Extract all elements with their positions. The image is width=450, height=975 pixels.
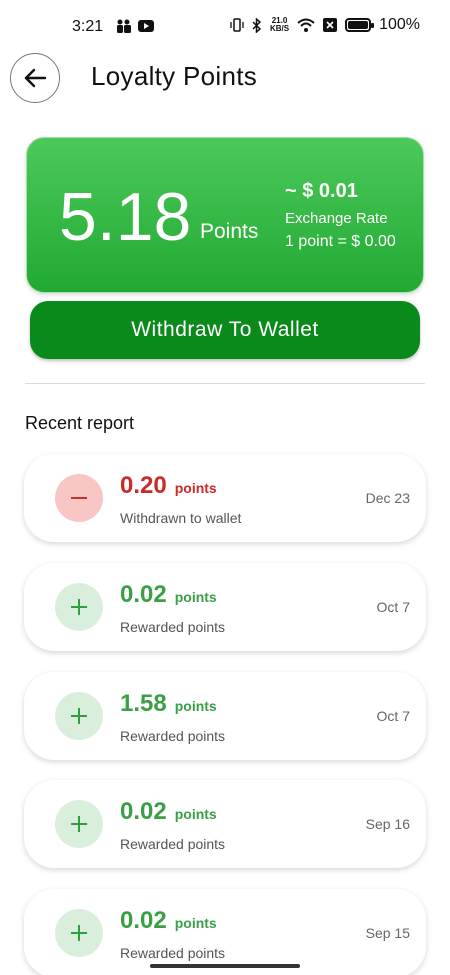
back-button[interactable] <box>10 53 60 103</box>
plus-icon <box>55 583 103 631</box>
points-card: 5.18 Points ~ $ 0.01 Exchange Rate 1 poi… <box>26 137 424 293</box>
network-speed-unit: KB/S <box>269 24 290 33</box>
report-date: Sep 15 <box>365 925 410 941</box>
plus-icon <box>55 692 103 740</box>
report-amount: 0.02 <box>120 907 167 934</box>
youtube-icon <box>138 20 154 32</box>
arrow-left-icon <box>24 68 47 88</box>
points-value: 5.18 <box>59 179 192 255</box>
report-item[interactable]: 0.20 points Withdrawn to wallet Dec 23 <box>24 454 426 542</box>
report-amount-unit: points <box>174 480 217 496</box>
report-amount-unit: points <box>174 698 217 714</box>
report-amount: 0.20 <box>120 472 167 499</box>
report-item[interactable]: 0.02 points Rewarded points Sep 15 <box>24 889 426 975</box>
battery-percent: 100% <box>379 16 420 33</box>
bluetooth-icon <box>252 17 262 33</box>
divider <box>25 383 425 384</box>
approx-dollar-value: ~ $ 0.01 <box>285 180 358 202</box>
report-amount-unit: points <box>174 589 217 605</box>
report-date: Oct 7 <box>376 708 410 724</box>
plus-icon <box>55 909 103 957</box>
report-date: Oct 7 <box>376 599 410 615</box>
report-description: Rewarded points <box>120 945 226 961</box>
report-description: Rewarded points <box>120 619 226 635</box>
report-amount-unit: points <box>174 915 217 931</box>
report-item[interactable]: 0.02 points Rewarded points Oct 7 <box>24 563 426 651</box>
page-title: Loyalty Points <box>91 61 258 91</box>
report-date: Sep 16 <box>365 816 410 832</box>
exchange-rate-value: 1 point = $ 0.00 <box>285 233 396 250</box>
minus-icon <box>55 474 103 522</box>
recent-report-title: Recent report <box>25 413 135 433</box>
report-description: Withdrawn to wallet <box>120 510 242 526</box>
status-app-icons <box>116 19 154 33</box>
amount-row: 0.02 points <box>120 581 217 609</box>
points-unit: Points <box>200 220 259 243</box>
plus-icon <box>55 800 103 848</box>
teams-icon <box>117 19 131 33</box>
vibrate-icon <box>230 18 244 32</box>
report-amount: 1.58 <box>120 690 167 717</box>
report-amount: 0.02 <box>120 581 167 608</box>
amount-row: 0.02 points <box>120 798 217 826</box>
status-bar: 3:21 21.0 KB/S 100% <box>0 0 450 56</box>
report-item[interactable]: 1.58 points Rewarded points Oct 7 <box>24 672 426 760</box>
network-speed: 21.0 KB/S <box>270 17 289 33</box>
status-right: 21.0 KB/S 100% <box>230 16 420 34</box>
wifi-icon <box>297 18 315 32</box>
report-date: Dec 23 <box>365 490 410 506</box>
battery-icon <box>345 18 375 32</box>
sim-blocked-icon <box>323 18 338 32</box>
exchange-rate-label: Exchange Rate <box>285 210 388 227</box>
report-amount-unit: points <box>174 806 217 822</box>
report-item[interactable]: 0.02 points Rewarded points Sep 16 <box>24 780 426 868</box>
home-indicator[interactable] <box>150 964 300 968</box>
status-time: 3:21 <box>72 18 104 35</box>
report-amount: 0.02 <box>120 798 167 825</box>
amount-row: 0.02 points <box>120 907 217 935</box>
amount-row: 0.20 points <box>120 472 217 500</box>
battery-fill <box>348 21 369 29</box>
amount-row: 1.58 points <box>120 690 217 718</box>
report-description: Rewarded points <box>120 728 226 744</box>
withdraw-to-wallet-button[interactable]: Withdraw To Wallet <box>30 301 420 359</box>
report-description: Rewarded points <box>120 836 226 852</box>
